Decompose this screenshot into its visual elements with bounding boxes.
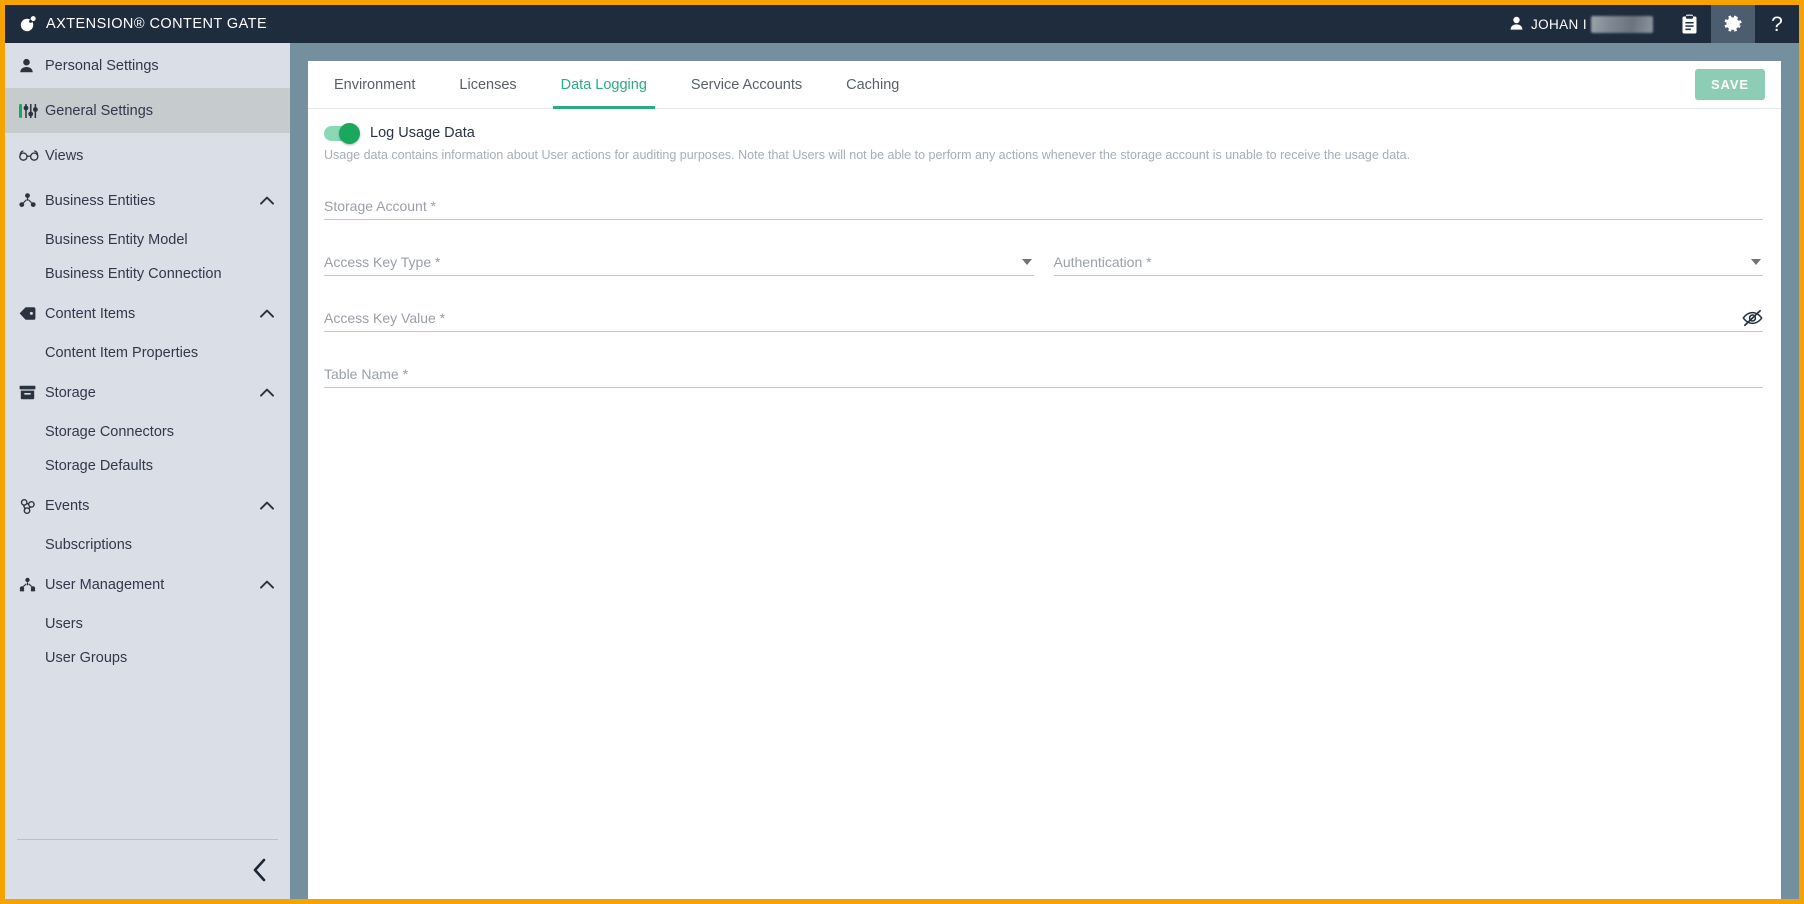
tab-environment[interactable]: Environment bbox=[312, 61, 437, 109]
authentication-field[interactable]: Authentication * bbox=[1053, 242, 1763, 276]
help-button[interactable]: ? bbox=[1755, 5, 1799, 43]
field-row-access-key-value: Access Key Value * bbox=[324, 298, 1763, 354]
storage-account-field[interactable]: Storage Account * bbox=[324, 186, 1763, 220]
log-usage-data-row: Log Usage Data bbox=[324, 122, 1763, 144]
tabs: Environment Licenses Data Logging Servic… bbox=[312, 61, 921, 109]
tag-icon bbox=[19, 306, 45, 321]
tab-data-logging[interactable]: Data Logging bbox=[539, 61, 669, 109]
sidebar-item-general-settings[interactable]: General Settings bbox=[5, 88, 290, 133]
chevron-down-icon[interactable] bbox=[1751, 258, 1761, 265]
sidebar-subitem-subscriptions[interactable]: Subscriptions bbox=[5, 528, 290, 562]
table-name-field[interactable]: Table Name * bbox=[324, 354, 1763, 388]
field-row-keys: Access Key Type * Authentication * bbox=[324, 242, 1763, 298]
sidebar-subitem-content-item-properties[interactable]: Content Item Properties bbox=[5, 336, 290, 370]
data-logging-form: Storage Account * Access Key Type * Auth… bbox=[324, 186, 1763, 410]
sidebar-item-user-management[interactable]: User Management bbox=[5, 562, 290, 607]
data-logging-panel: Log Usage Data Usage data contains infor… bbox=[308, 109, 1781, 410]
sidebar: Personal Settings General Settings Views… bbox=[5, 43, 290, 899]
glasses-icon bbox=[19, 149, 45, 162]
sidebar-footer bbox=[17, 839, 278, 899]
chevron-up-icon[interactable] bbox=[258, 309, 276, 318]
field-row-table-name: Table Name * bbox=[324, 354, 1763, 410]
sidebar-item-label: Business Entities bbox=[45, 192, 156, 209]
clipboard-button[interactable] bbox=[1667, 5, 1711, 43]
save-button[interactable]: SAVE bbox=[1694, 69, 1765, 100]
sidebar-item-label: Content Items bbox=[45, 305, 136, 322]
tab-caching[interactable]: Caching bbox=[824, 61, 921, 109]
access-key-type-field[interactable]: Access Key Type * bbox=[324, 242, 1034, 276]
sidebar-subitem-business-entity-model[interactable]: Business Entity Model bbox=[5, 223, 290, 257]
sidebar-item-label: General Settings bbox=[45, 102, 154, 119]
table-name-label: Table Name * bbox=[324, 365, 409, 382]
user-name: JOHAN I bbox=[1530, 16, 1587, 32]
storage-account-label: Storage Account * bbox=[324, 197, 437, 214]
sidebar-item-label: Storage bbox=[45, 384, 96, 401]
chevron-left-icon[interactable] bbox=[252, 858, 268, 882]
log-usage-data-helper-text: Usage data contains information about Us… bbox=[324, 148, 1411, 162]
chevron-up-icon[interactable] bbox=[258, 196, 276, 205]
org-chart-icon bbox=[19, 577, 45, 592]
field-row-storage-account: Storage Account * bbox=[324, 186, 1763, 242]
hierarchy-icon bbox=[19, 193, 45, 208]
sidebar-item-content-items[interactable]: Content Items bbox=[5, 291, 290, 336]
sidebar-subitem-business-entity-connection[interactable]: Business Entity Connection bbox=[5, 257, 290, 291]
chevron-down-icon[interactable] bbox=[1021, 258, 1032, 265]
sidebar-nav: Personal Settings General Settings Views… bbox=[5, 43, 290, 839]
sidebar-item-label: Views bbox=[45, 147, 84, 164]
sidebar-subitem-storage-connectors[interactable]: Storage Connectors bbox=[5, 415, 290, 449]
tab-service-accounts[interactable]: Service Accounts bbox=[669, 61, 824, 109]
user-name-redacted bbox=[1591, 15, 1653, 33]
gear-icon bbox=[1724, 15, 1743, 34]
chevron-up-icon[interactable] bbox=[258, 388, 276, 397]
settings-card: Environment Licenses Data Logging Servic… bbox=[308, 61, 1781, 899]
sidebar-item-label: User Management bbox=[45, 576, 165, 593]
content-area: Environment Licenses Data Logging Servic… bbox=[290, 43, 1799, 899]
sidebar-subitem-users[interactable]: Users bbox=[5, 607, 290, 641]
log-usage-data-label: Log Usage Data bbox=[370, 125, 475, 141]
webhook-icon bbox=[19, 498, 45, 514]
access-key-type-label: Access Key Type * bbox=[324, 253, 441, 270]
tab-bar: Environment Licenses Data Logging Servic… bbox=[308, 61, 1781, 109]
archive-icon bbox=[19, 385, 45, 400]
app-header: AXTENSION® CONTENT GATE JOHAN I ? bbox=[5, 5, 1799, 43]
clipboard-icon bbox=[1680, 14, 1699, 35]
toggle-knob bbox=[339, 122, 360, 144]
help-icon: ? bbox=[1771, 12, 1783, 36]
authentication-label: Authentication * bbox=[1053, 253, 1152, 270]
chevron-up-icon[interactable] bbox=[258, 501, 276, 510]
sidebar-subitem-user-groups[interactable]: User Groups bbox=[5, 641, 290, 675]
sidebar-item-label: Events bbox=[45, 497, 90, 514]
sidebar-item-events[interactable]: Events bbox=[5, 483, 290, 528]
app-title: AXTENSION® CONTENT GATE bbox=[46, 16, 268, 32]
sliders-icon bbox=[19, 103, 45, 119]
header-actions: JOHAN I ? bbox=[1498, 5, 1799, 43]
eye-off-icon[interactable] bbox=[1742, 309, 1763, 331]
sidebar-item-storage[interactable]: Storage bbox=[5, 370, 290, 415]
user-menu[interactable]: JOHAN I bbox=[1498, 5, 1667, 43]
tab-licenses[interactable]: Licenses bbox=[437, 61, 538, 109]
application-window: AXTENSION® CONTENT GATE JOHAN I ? Person… bbox=[0, 0, 1804, 904]
settings-button[interactable] bbox=[1711, 5, 1755, 43]
access-key-value-label: Access Key Value * bbox=[324, 309, 446, 326]
sidebar-item-personal-settings[interactable]: Personal Settings bbox=[5, 43, 290, 88]
sidebar-item-views[interactable]: Views bbox=[5, 133, 290, 178]
sidebar-item-label: Personal Settings bbox=[45, 57, 159, 74]
user-icon bbox=[1510, 16, 1523, 33]
chevron-up-icon[interactable] bbox=[258, 580, 276, 589]
access-key-value-field[interactable]: Access Key Value * bbox=[324, 298, 1763, 332]
person-icon bbox=[19, 58, 45, 73]
sidebar-item-business-entities[interactable]: Business Entities bbox=[5, 178, 290, 223]
brand: AXTENSION® CONTENT GATE bbox=[5, 15, 267, 33]
axtension-logo-icon bbox=[19, 15, 37, 33]
sidebar-subitem-storage-defaults[interactable]: Storage Defaults bbox=[5, 449, 290, 483]
log-usage-data-toggle[interactable] bbox=[324, 122, 360, 144]
